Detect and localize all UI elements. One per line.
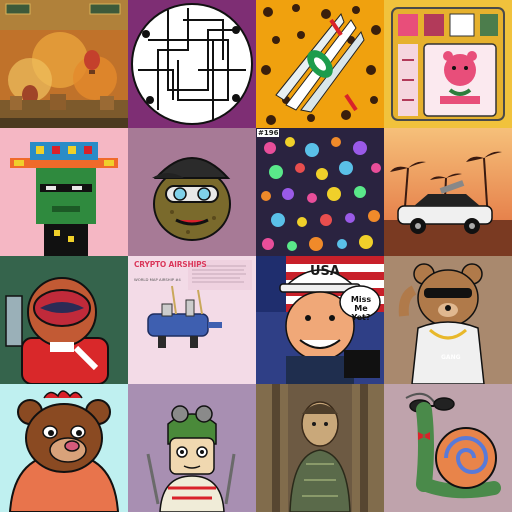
nft-tile-crypto-airships[interactable]: CRYPTO AIRSHIPS WORLD MAP AIRSHIP #4 (128, 256, 256, 384)
nft-gallery-grid: #196 CRYPTO AIRSHIPS WORLD MAP AIRSHIP #… (0, 0, 512, 512)
mosaic-soldier-art (256, 384, 384, 512)
nft-tile-balloons-village[interactable] (0, 0, 128, 128)
hoodie-bear-art (0, 384, 128, 512)
balloons-village-art (0, 0, 128, 128)
nft-tile-sunglasses-snail[interactable] (384, 384, 512, 512)
pixel-sombrero-alien-art (0, 128, 128, 256)
shirt-text: GANG (441, 354, 461, 361)
strawberry-bear-card-art (384, 0, 512, 128)
nft-tile-potato-cap-goggles[interactable] (128, 128, 256, 256)
nft-tile-gangster-bear[interactable]: GANG (384, 256, 512, 384)
airships-title: CRYPTO AIRSHIPS (134, 260, 207, 269)
space-helmet-character-art (0, 256, 128, 384)
nft-tile-usa-cap-cartoon[interactable]: USA Miss Me Yet? (256, 256, 384, 384)
leopard-claw-art (256, 0, 384, 128)
speech-bubble-text: Miss Me Yet? (350, 295, 372, 322)
nft-tile-strawberry-bear-card[interactable] (384, 0, 512, 128)
nft-tile-confetti-dots[interactable]: #196 (256, 128, 384, 256)
sunglasses-snail-art (384, 384, 512, 512)
nft-tile-frog-kid[interactable] (128, 384, 256, 512)
nft-tile-mosaic-soldier[interactable] (256, 384, 384, 512)
nft-tile-space-helmet-character[interactable] (0, 256, 128, 384)
gangster-bear-art (384, 256, 512, 384)
palm-sunset-car-art (384, 128, 512, 256)
frog-kid-art (128, 384, 256, 512)
usa-cap-text: USA (310, 264, 340, 279)
nft-tile-circle-lines[interactable] (128, 0, 256, 128)
nft-tile-palm-sunset-car[interactable] (384, 128, 512, 256)
potato-cap-goggles-art (128, 128, 256, 256)
crypto-airships-art (128, 256, 256, 384)
airships-subtitle: WORLD MAP AIRSHIP #4 (134, 277, 181, 282)
nft-tile-pixel-sombrero-alien[interactable] (0, 128, 128, 256)
nft-tile-leopard-claw[interactable] (256, 0, 384, 128)
nft-tile-hoodie-bear[interactable] (0, 384, 128, 512)
confetti-dots-art (256, 128, 384, 256)
tile-number-label: #196 (257, 129, 280, 137)
circle-lines-art (128, 0, 256, 128)
